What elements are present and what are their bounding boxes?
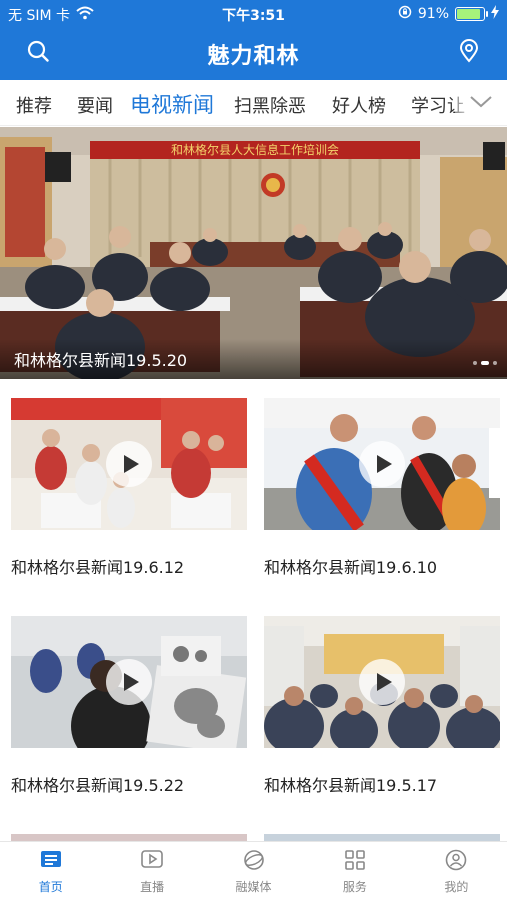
video-card[interactable]: 和林格尔县新闻19.6.12 bbox=[11, 398, 247, 578]
video-title: 和林格尔县新闻19.6.12 bbox=[11, 558, 185, 577]
carousel-dot bbox=[473, 361, 477, 365]
video-thumbnail bbox=[11, 398, 247, 530]
app-header: 无 SIM 卡 下午3:51 91% 魅力和林 bbox=[0, 0, 507, 80]
video-thumbnail bbox=[11, 616, 247, 748]
chevron-down-icon bbox=[469, 94, 493, 113]
nav-media-label: 融媒体 bbox=[235, 880, 272, 894]
video-title: 和林格尔县新闻19.6.10 bbox=[264, 558, 438, 577]
title-row: 魅力和林 bbox=[0, 26, 507, 80]
page-title: 魅力和林 bbox=[207, 44, 300, 69]
status-bar: 无 SIM 卡 下午3:51 91% bbox=[0, 0, 507, 26]
tab-recommend[interactable]: 推荐 bbox=[16, 92, 52, 118]
video-title: 和林格尔县新闻19.5.17 bbox=[264, 776, 438, 795]
video-title: 和林格尔县新闻19.5.22 bbox=[11, 776, 185, 795]
video-card[interactable]: 和林格尔县新闻19.6.10 bbox=[264, 398, 500, 578]
featured-banner[interactable]: 和林格尔县人大信息工作培训会 和林格尔县新闻19.5.20 bbox=[0, 127, 507, 379]
nav-profile-label: 我的 bbox=[444, 880, 469, 894]
bottom-navigation: 首页 直播 融媒体 服务 我的 bbox=[0, 841, 507, 900]
nav-media[interactable]: 融媒体 bbox=[203, 842, 304, 900]
nav-home-label: 首页 bbox=[38, 880, 63, 894]
tab-headlines[interactable]: 要闻 bbox=[77, 92, 113, 118]
carousel-dot bbox=[493, 361, 497, 365]
next-row-thumbnail-peek bbox=[264, 834, 500, 841]
tab-anti-crime[interactable]: 扫黑除恶 bbox=[234, 92, 306, 118]
app-screen: 无 SIM 卡 下午3:51 91% 魅力和林 推荐 要闻 电视新闻 扫黑除恶 … bbox=[0, 0, 507, 900]
tab-good-people[interactable]: 好人榜 bbox=[332, 92, 386, 118]
video-card[interactable]: 和林格尔县新闻19.5.17 bbox=[264, 616, 500, 796]
nav-profile[interactable]: 我的 bbox=[406, 842, 507, 900]
home-icon bbox=[39, 849, 63, 874]
battery-icon bbox=[455, 7, 488, 21]
nav-live[interactable]: 直播 bbox=[101, 842, 202, 900]
more-tabs-button[interactable] bbox=[455, 80, 507, 125]
tab-tv-news[interactable]: 电视新闻 bbox=[130, 89, 214, 119]
play-icon[interactable] bbox=[106, 659, 152, 705]
battery-percent: 91% bbox=[417, 6, 449, 22]
play-icon[interactable] bbox=[106, 441, 152, 487]
video-thumbnail bbox=[264, 398, 500, 530]
live-play-icon bbox=[140, 849, 164, 874]
location-button[interactable] bbox=[449, 33, 489, 73]
nav-services[interactable]: 服务 bbox=[304, 842, 405, 900]
play-icon[interactable] bbox=[359, 441, 405, 487]
category-tabs: 推荐 要闻 电视新闻 扫黑除恶 好人榜 学习让 bbox=[0, 80, 507, 126]
video-thumbnail bbox=[264, 616, 500, 748]
location-pin-icon bbox=[459, 39, 479, 67]
carousel-indicator bbox=[473, 361, 497, 365]
next-row-thumbnail-peek bbox=[11, 834, 247, 841]
banner-scene-banner-text: 和林格尔县人大信息工作培训会 bbox=[171, 142, 339, 157]
rotation-lock-icon bbox=[398, 5, 412, 23]
status-right: 91% bbox=[398, 5, 499, 23]
nav-home[interactable]: 首页 bbox=[0, 842, 101, 900]
banner-caption: 和林格尔县新闻19.5.20 bbox=[14, 351, 188, 370]
video-card[interactable]: 和林格尔县新闻19.5.22 bbox=[11, 616, 247, 796]
nav-live-label: 直播 bbox=[140, 880, 165, 894]
play-icon[interactable] bbox=[359, 659, 405, 705]
grid-services-icon bbox=[343, 849, 367, 874]
user-profile-icon bbox=[444, 849, 468, 874]
carousel-dot-active bbox=[481, 361, 489, 365]
media-globe-icon bbox=[242, 849, 266, 874]
charging-bolt-icon bbox=[491, 5, 499, 23]
nav-services-label: 服务 bbox=[342, 880, 367, 894]
